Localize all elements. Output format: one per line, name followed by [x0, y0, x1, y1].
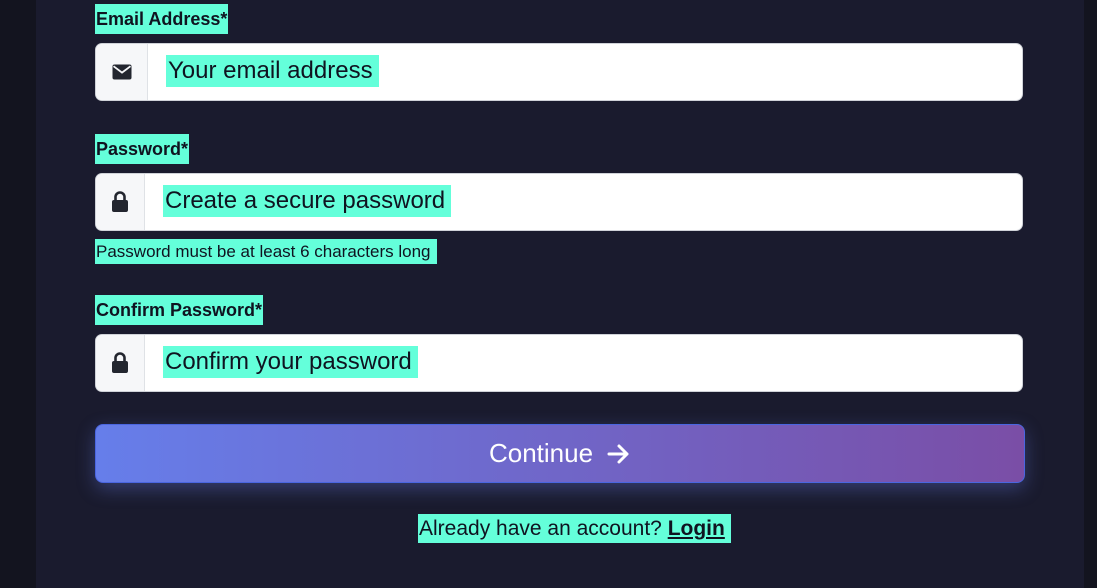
email-field-group: Your email address — [95, 43, 1023, 101]
arrow-right-icon — [607, 443, 631, 465]
password-input[interactable] — [145, 174, 1022, 230]
continue-button[interactable]: Continue — [95, 424, 1025, 483]
password-hint: Password must be at least 6 characters l… — [95, 239, 437, 264]
password-field-group: Create a secure password — [95, 173, 1023, 231]
confirm-password-label: Confirm Password* — [95, 295, 264, 325]
email-label: Email Address* — [95, 4, 229, 34]
continue-label: Continue — [488, 438, 594, 468]
confirm-password-field-group: Confirm your password — [95, 334, 1023, 392]
password-label: Password* — [95, 134, 190, 164]
confirm-password-input[interactable] — [145, 335, 1022, 391]
lock-icon — [96, 335, 145, 391]
email-input[interactable] — [148, 44, 1022, 100]
envelope-icon — [96, 44, 148, 100]
login-link[interactable]: Login — [668, 517, 725, 540]
login-prompt-text: Already have an account? — [419, 517, 662, 540]
login-prompt: Already have an account? Login — [418, 514, 731, 543]
lock-icon — [96, 174, 145, 230]
